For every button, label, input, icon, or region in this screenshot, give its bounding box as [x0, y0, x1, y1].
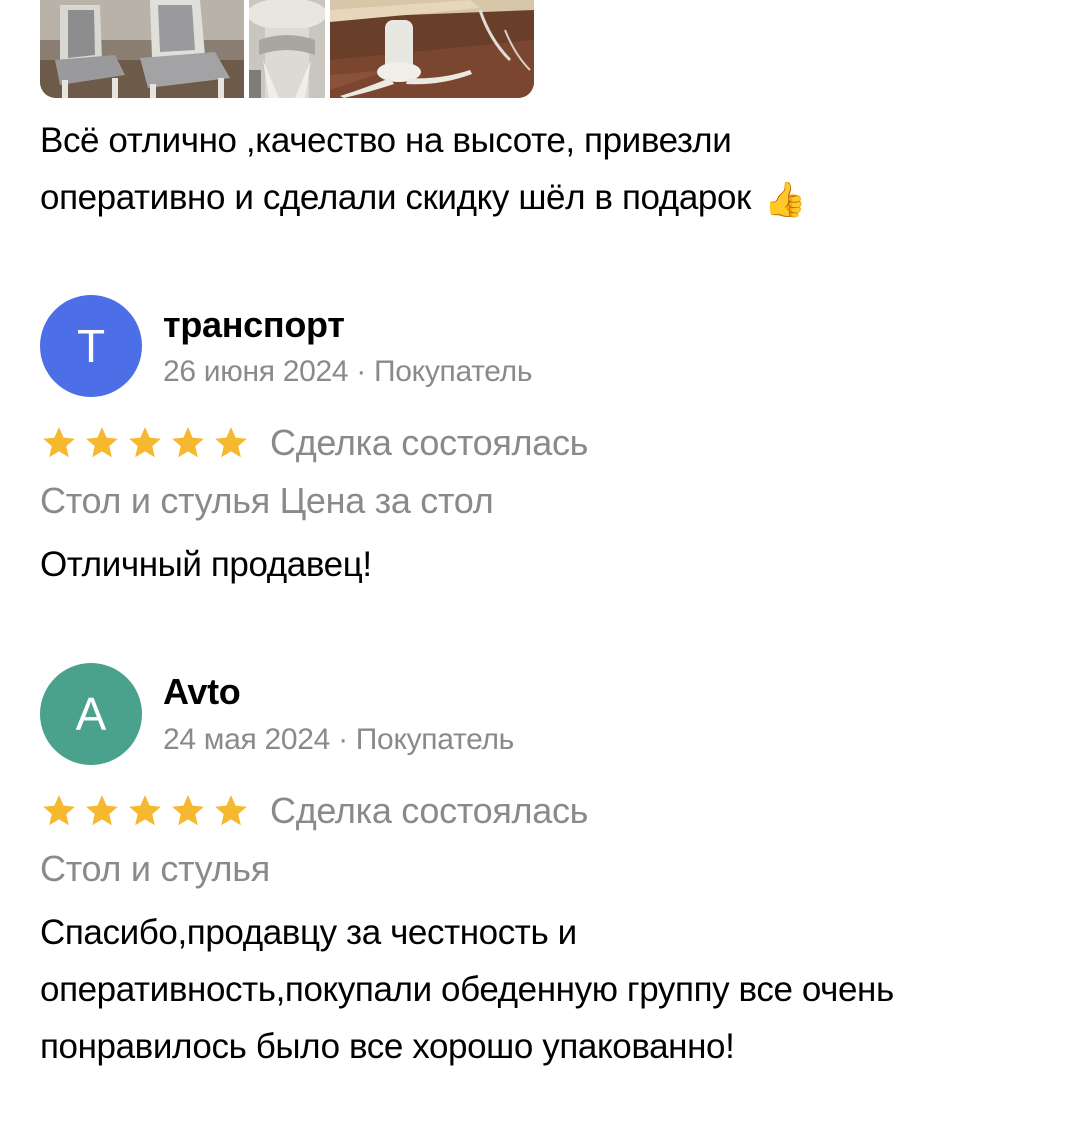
review-photo-gallery — [40, 0, 534, 98]
rating-stars — [40, 424, 250, 462]
avatar[interactable]: А — [40, 663, 142, 765]
review-text-line: оперативно и сделали скидку шёл в подаро… — [40, 178, 751, 217]
star-icon — [215, 427, 247, 458]
rating-row: Сделка состоялась — [40, 421, 588, 465]
star-icon — [129, 795, 161, 826]
item-title[interactable]: Стол и стулья — [40, 847, 270, 891]
star-icon — [43, 795, 75, 826]
author-name[interactable]: транспорт — [163, 305, 345, 345]
item-title[interactable]: Стол и стулья Цена за стол — [40, 479, 494, 523]
star-icon — [215, 795, 247, 826]
avatar[interactable]: Т — [40, 295, 142, 397]
star-icon — [129, 427, 161, 458]
review-meta: 26 июня 2024 · Покупатель — [163, 355, 533, 388]
review-photo-table-top[interactable] — [249, 0, 325, 98]
review-text: Спасибо,продавцу за честность и оперативн… — [40, 904, 1050, 1075]
deal-status: Сделка состоялась — [270, 422, 589, 463]
review-photo-chairs[interactable] — [40, 0, 244, 98]
thumbs-up-icon: 👍 — [764, 181, 807, 219]
star-icon — [86, 795, 118, 826]
author-name[interactable]: Avto — [163, 672, 241, 712]
rating-row: Сделка состоялась — [40, 789, 588, 833]
review-text-line: Спасибо,продавцу за честность и — [40, 913, 577, 952]
review-text-line: Всё отлично ,качество на высоте, привезл… — [40, 121, 732, 160]
deal-status: Сделка состоялась — [270, 790, 589, 831]
star-icon — [172, 795, 204, 826]
review-text-line: Отличный продавец! — [40, 545, 372, 584]
star-icon — [86, 427, 118, 458]
review-text-line: понравилось было все хорошо упакованно! — [40, 1027, 735, 1066]
review-meta: 24 мая 2024 · Покупатель — [163, 723, 514, 756]
star-icon — [172, 427, 204, 458]
review-text: Всё отлично ,качество на высоте, привезл… — [40, 112, 1050, 229]
review-photo-table-leg[interactable] — [330, 0, 534, 98]
review-text: Отличный продавец! — [40, 536, 1050, 593]
review-text-line: оперативность,покупали обеденную группу … — [40, 970, 894, 1009]
rating-stars — [40, 792, 250, 830]
star-icon — [43, 427, 75, 458]
